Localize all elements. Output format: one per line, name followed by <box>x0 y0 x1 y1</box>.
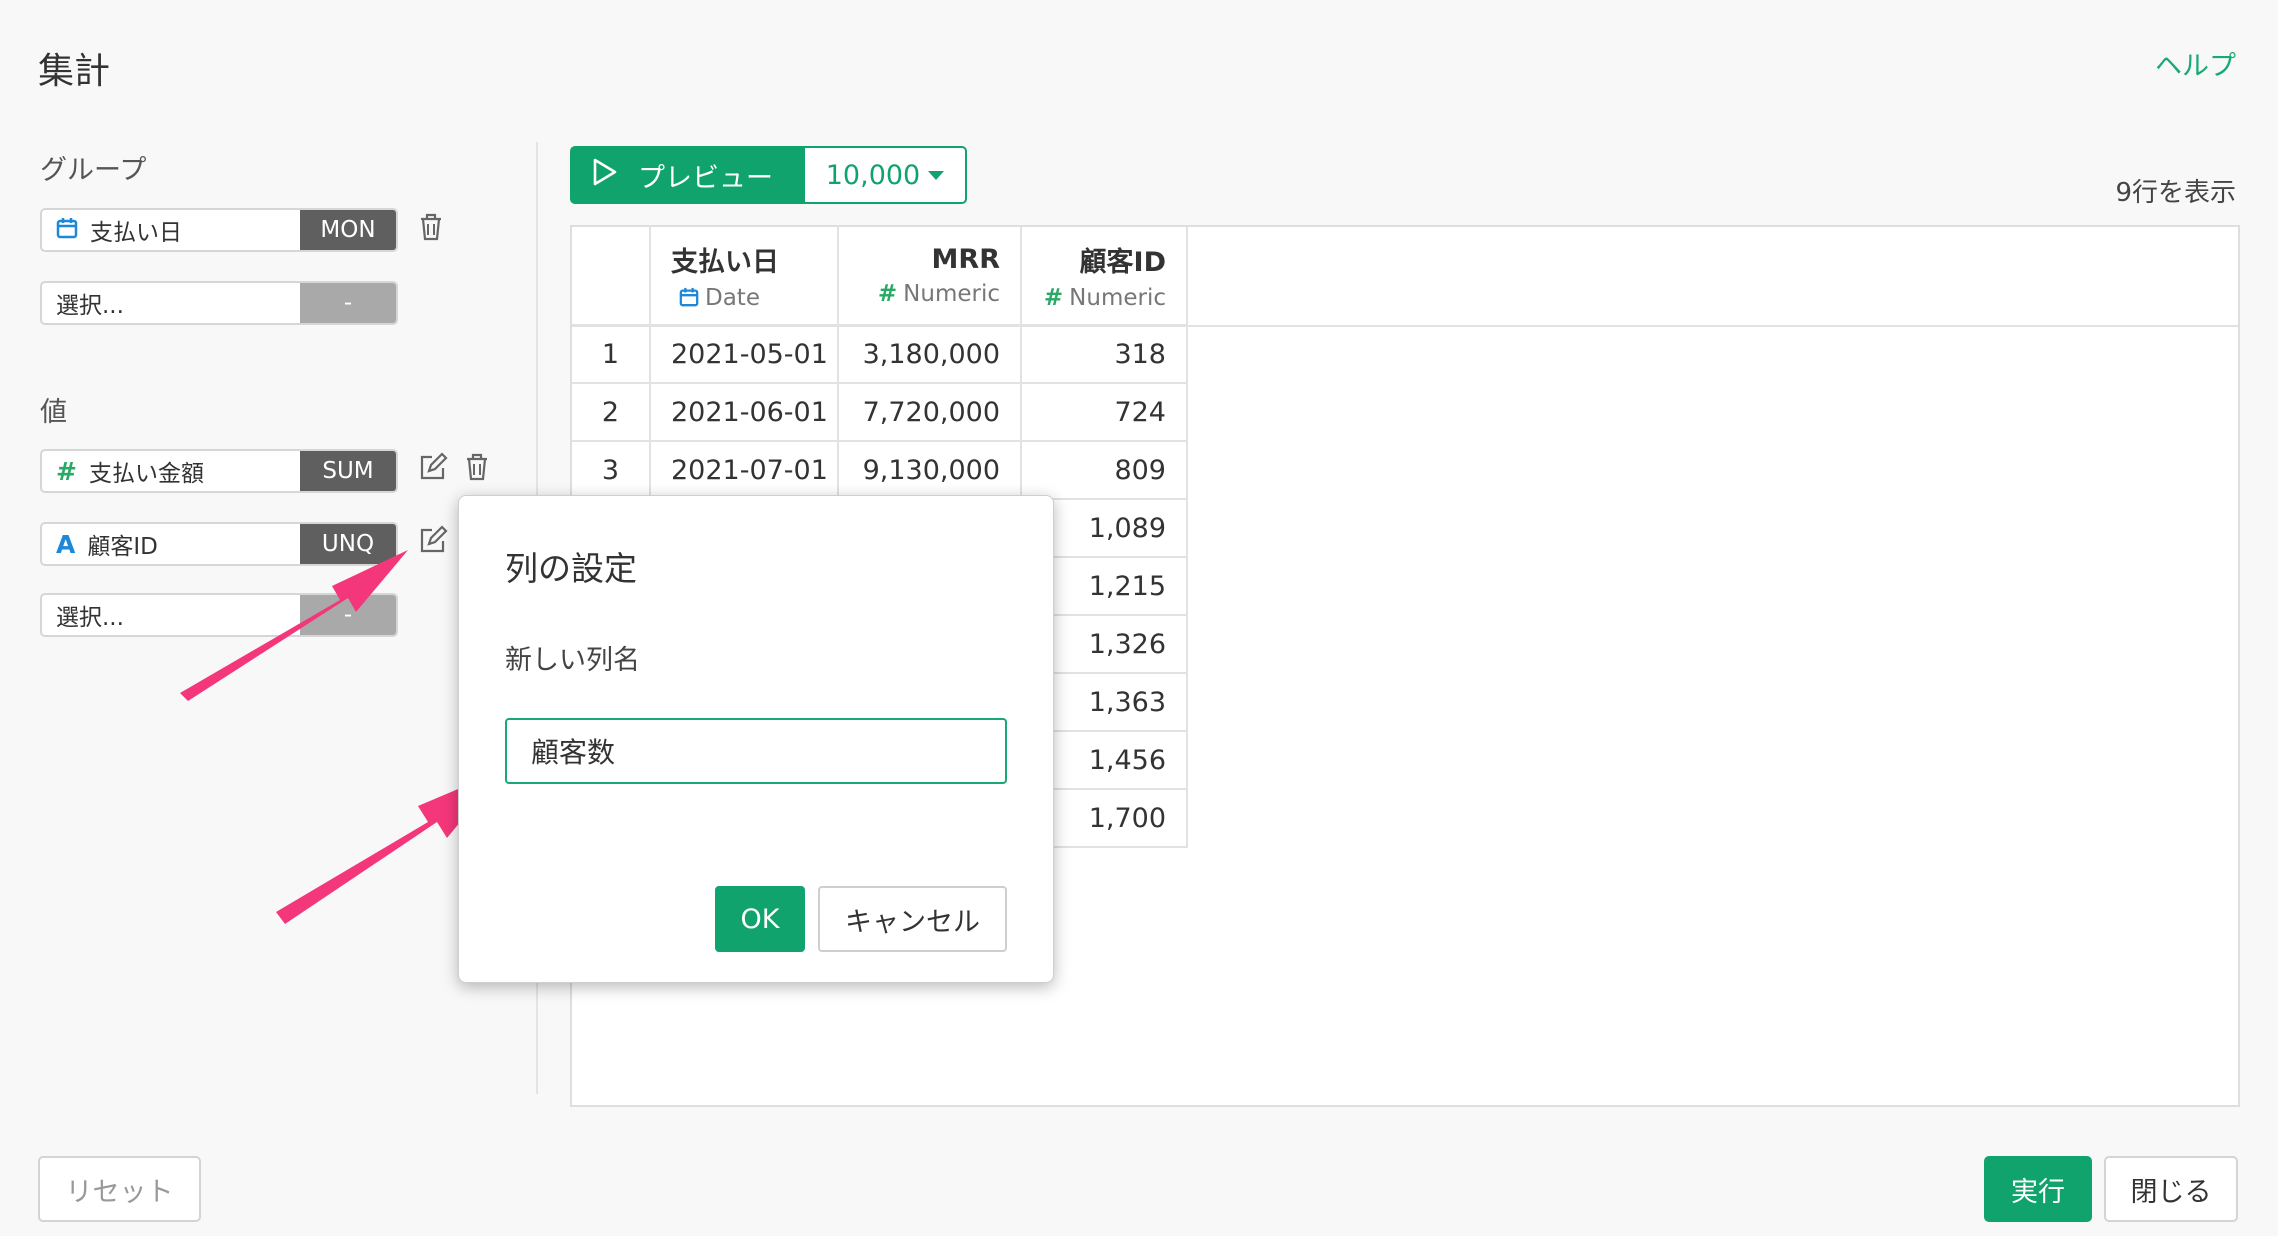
cell: 2021-07-01 <box>650 441 839 500</box>
trash-icon[interactable] <box>418 212 450 246</box>
table-row: 1 2021-05-01 3,180,000 318 <box>572 325 1188 384</box>
row-limit-value: 10,000 <box>825 159 921 191</box>
cell: 318 <box>1021 325 1188 384</box>
text-type-icon: A <box>56 529 76 559</box>
value-select[interactable]: 選択... - <box>40 593 398 637</box>
trash-icon[interactable] <box>464 452 496 486</box>
close-button[interactable]: 閉じる <box>2104 1156 2238 1222</box>
value-item-label: 支払い金額 <box>88 461 204 487</box>
preview-button[interactable]: プレビュー <box>570 146 805 204</box>
reset-button[interactable]: リセット <box>38 1156 201 1222</box>
group-section-label: グループ <box>40 155 147 186</box>
calendar-icon <box>56 216 78 245</box>
aggregation-tag[interactable]: UNQ <box>300 524 396 564</box>
value-item-payment-amount[interactable]: # 支払い金額 SUM <box>40 449 398 493</box>
aggregation-tag[interactable]: - <box>300 283 396 323</box>
value-section-label: 値 <box>40 397 67 428</box>
row-index: 1 <box>572 325 651 384</box>
column-settings-dialog: 列の設定 新しい列名 OK キャンセル <box>458 495 1054 983</box>
hash-icon: # <box>56 456 77 486</box>
row-index: 2 <box>572 383 651 442</box>
run-button[interactable]: 実行 <box>1984 1156 2092 1222</box>
column-name: MRR <box>931 244 1000 275</box>
field-label: 新しい列名 <box>505 645 640 676</box>
table-row: 2 2021-06-01 7,720,000 724 <box>572 383 1188 442</box>
hash-icon: # <box>1043 285 1064 311</box>
cell: 3,180,000 <box>838 325 1022 384</box>
cell: 2021-06-01 <box>650 383 839 442</box>
row-limit-dropdown[interactable]: 10,000 <box>805 146 967 204</box>
row-index: 3 <box>572 441 651 500</box>
index-header <box>572 227 651 326</box>
dialog-title: 列の設定 <box>505 549 637 588</box>
page-title: 集計 <box>38 51 111 92</box>
group-item-label: 支払い日 <box>90 220 182 246</box>
aggregation-tag[interactable]: MON <box>300 210 396 250</box>
hash-icon: # <box>877 281 898 307</box>
table-header-row: 支払い日 Date MRR # Numeric 顧客ID # Numeric <box>572 227 1188 326</box>
column-header[interactable]: MRR # Numeric <box>838 227 1022 326</box>
caret-down-icon <box>928 170 945 180</box>
table-row: 3 2021-07-01 9,130,000 809 <box>572 441 1188 500</box>
column-type: Numeric <box>1069 285 1166 311</box>
row-count: 9行を表示 <box>2115 178 2236 208</box>
cancel-button[interactable]: キャンセル <box>818 886 1007 952</box>
cell: 724 <box>1021 383 1188 442</box>
aggregation-tag[interactable]: SUM <box>300 451 396 491</box>
group-item-payment-date[interactable]: 支払い日 MON <box>40 208 398 252</box>
edit-icon[interactable] <box>418 452 450 486</box>
edit-icon[interactable] <box>418 525 450 559</box>
column-name: 顧客ID <box>1079 247 1166 278</box>
cell: 9,130,000 <box>838 441 1022 500</box>
preview-label: プレビュー <box>638 162 773 194</box>
column-header[interactable]: 顧客ID # Numeric <box>1021 227 1188 326</box>
select-placeholder: 選択... <box>56 293 124 319</box>
column-name-input[interactable] <box>505 718 1007 784</box>
cell: 809 <box>1021 441 1188 500</box>
play-icon <box>592 158 618 193</box>
value-item-label: 顧客ID <box>87 534 158 560</box>
ok-button[interactable]: OK <box>715 886 805 952</box>
calendar-icon <box>679 285 699 311</box>
group-select[interactable]: 選択... - <box>40 281 398 325</box>
column-name: 支払い日 <box>671 247 779 278</box>
cell: 7,720,000 <box>838 383 1022 442</box>
select-placeholder: 選択... <box>56 605 124 631</box>
aggregation-tag[interactable]: - <box>300 595 396 635</box>
column-header[interactable]: 支払い日 Date <box>650 227 839 326</box>
help-link[interactable]: ヘルプ <box>2155 44 2236 83</box>
value-item-customer-id[interactable]: A 顧客ID UNQ <box>40 522 398 566</box>
column-type: Date <box>705 285 760 311</box>
column-type: Numeric <box>903 281 1000 307</box>
cell: 2021-05-01 <box>650 325 839 384</box>
